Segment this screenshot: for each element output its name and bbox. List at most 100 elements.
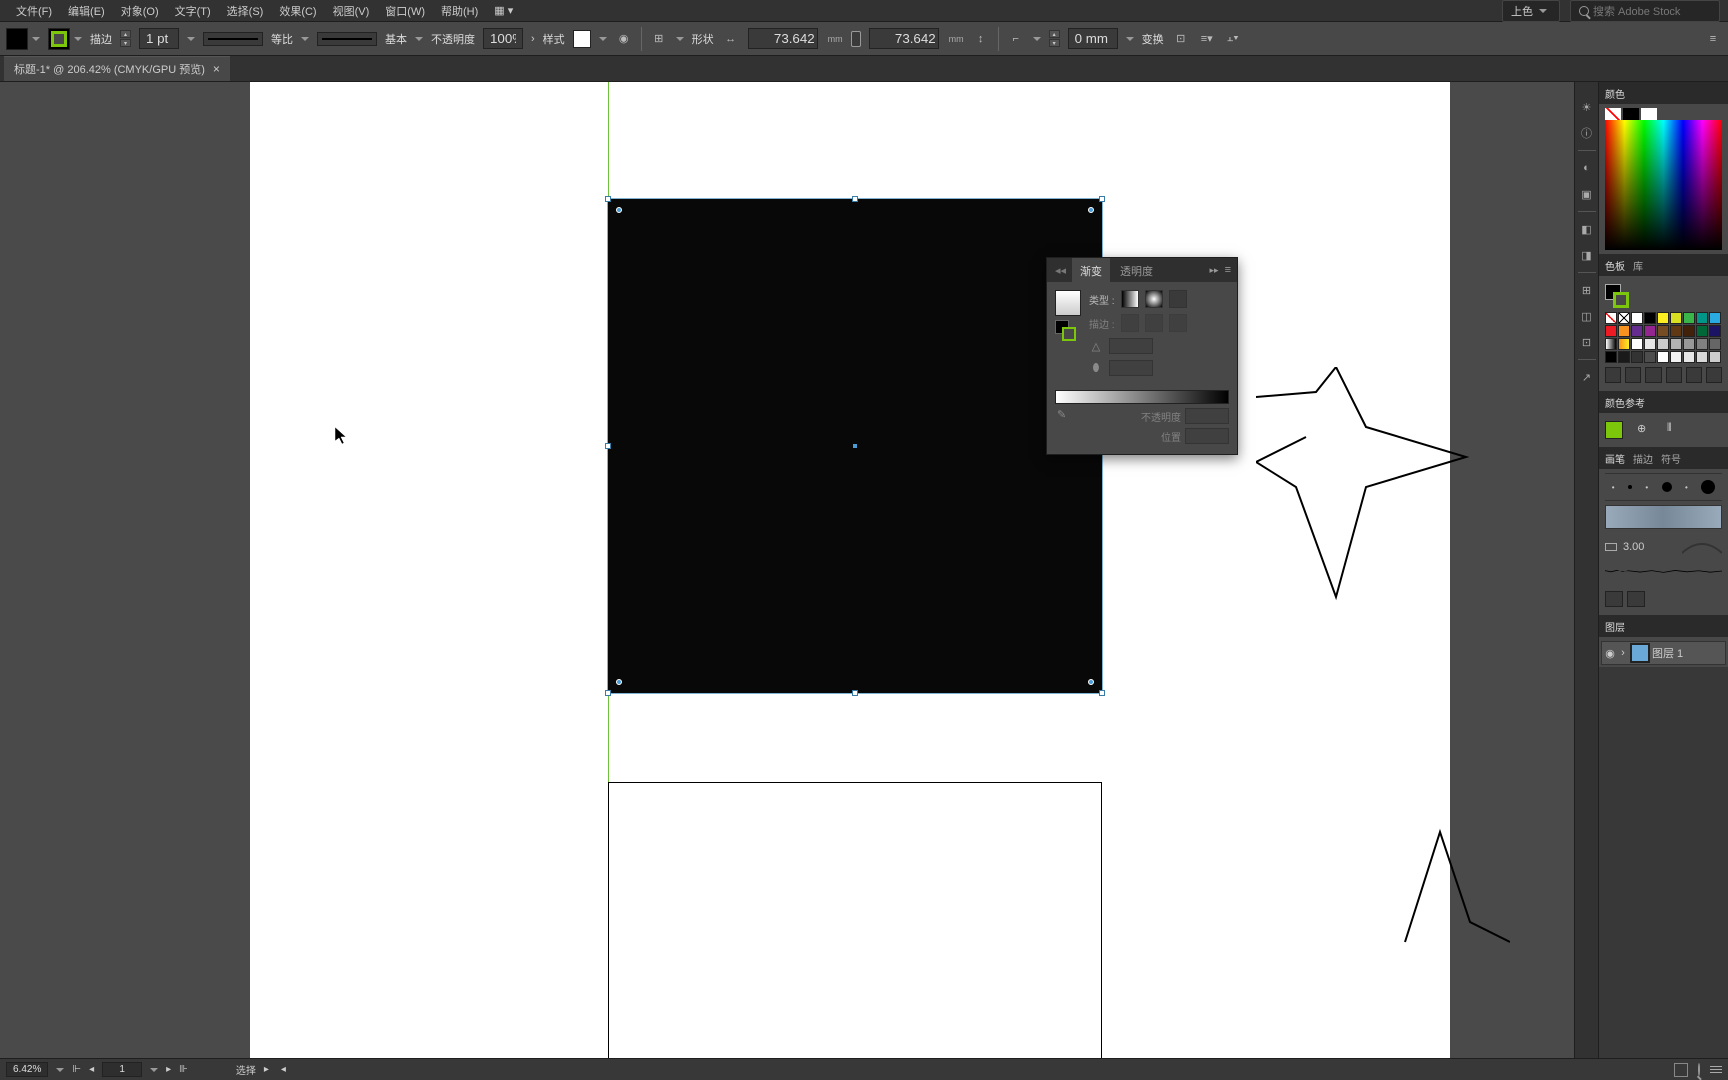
black-swatch[interactable] <box>1623 108 1639 120</box>
info-icon[interactable]: ⓘ <box>1578 124 1596 142</box>
swatch[interactable] <box>1644 351 1656 363</box>
visibility-icon[interactable]: ◉ <box>1602 647 1618 660</box>
menu-edit[interactable]: 编辑(E) <box>60 3 113 19</box>
fill-swatch[interactable] <box>6 28 28 50</box>
freeform-gradient-button[interactable] <box>1169 290 1187 308</box>
brush-sample[interactable] <box>1605 505 1722 529</box>
swatch[interactable] <box>1683 325 1695 337</box>
radial-gradient-button[interactable] <box>1145 290 1163 308</box>
gradient-slider[interactable] <box>1055 390 1229 404</box>
selection-handle[interactable] <box>852 196 858 202</box>
selection-handle[interactable] <box>1099 690 1105 696</box>
graphic-styles-icon[interactable]: ▣ <box>1578 185 1596 203</box>
artboard-nav-last[interactable]: ⊪ <box>179 1064 188 1075</box>
brush-list[interactable]: • • • <box>1605 473 1722 501</box>
transform-panel-icon[interactable]: ⊡ <box>1578 333 1596 351</box>
rectangle-shape[interactable] <box>608 782 1102 1058</box>
selection-handle[interactable] <box>1099 196 1105 202</box>
align-icon[interactable]: ⊞ <box>650 30 668 48</box>
corner-widget[interactable] <box>1088 207 1094 213</box>
appearance-icon[interactable]: ◐ <box>1578 159 1596 177</box>
swatch-gradient[interactable] <box>1618 338 1630 350</box>
swatch[interactable] <box>1631 338 1643 350</box>
white-swatch[interactable] <box>1641 108 1657 120</box>
corner-stepper[interactable]: ▴▾ <box>1049 30 1060 47</box>
export-icon[interactable] <box>1674 1063 1688 1077</box>
link-dimensions-icon[interactable] <box>851 31 861 47</box>
panel-symbols-tab[interactable]: 符号 <box>1661 451 1681 466</box>
chevron-down-icon[interactable] <box>301 37 309 41</box>
selected-rectangle[interactable] <box>608 199 1102 693</box>
star-shape[interactable] <box>1350 822 1510 962</box>
chevron-down-icon[interactable] <box>1126 37 1134 41</box>
swatch[interactable] <box>1644 325 1656 337</box>
swatch[interactable] <box>1631 325 1643 337</box>
chevron-down-icon[interactable] <box>415 37 423 41</box>
panel-colorguide-tab[interactable]: 颜色参考 <box>1605 395 1645 410</box>
none-swatch[interactable] <box>1605 108 1621 120</box>
artboard-number[interactable]: 1 <box>102 1062 142 1077</box>
selection-handle[interactable] <box>605 690 611 696</box>
swatch-registration[interactable] <box>1618 312 1630 324</box>
swatch-none[interactable] <box>1605 312 1617 324</box>
zoom-tool-icon[interactable] <box>1698 1064 1700 1075</box>
linear-gradient-button[interactable] <box>1121 290 1139 308</box>
shape-height-input[interactable] <box>869 28 939 49</box>
brush-rough-sample[interactable] <box>1605 567 1722 575</box>
edit-colors-icon[interactable]: ⫴ <box>1667 422 1683 438</box>
corner-widget[interactable] <box>1088 679 1094 685</box>
swatch[interactable] <box>1644 338 1656 350</box>
chevron-down-icon[interactable] <box>150 1068 158 1072</box>
panel-color-tab[interactable]: 颜色 <box>1605 86 1625 101</box>
panel-swatches-tab[interactable]: 色板 <box>1605 258 1625 273</box>
opacity-slider-icon[interactable]: › <box>531 33 535 45</box>
asset-export-icon[interactable]: ↗ <box>1578 368 1596 386</box>
swatch[interactable] <box>1696 338 1708 350</box>
panel-brushes-tab[interactable]: 画笔 <box>1605 451 1625 466</box>
corner-type-icon[interactable]: ⌐ <box>1007 30 1025 48</box>
swatch[interactable] <box>1709 338 1721 350</box>
zoom-level[interactable]: 6.42% <box>6 1062 48 1077</box>
stroke-width-stepper[interactable]: ▴▾ <box>120 30 131 47</box>
variable-width-profile[interactable] <box>203 32 263 46</box>
chevron-down-icon[interactable] <box>599 37 607 41</box>
chevron-down-icon[interactable] <box>32 37 40 41</box>
menu-help[interactable]: 帮助(H) <box>433 3 486 19</box>
transparency-icon[interactable]: ◧ <box>1578 220 1596 238</box>
arrange-icon[interactable]: ▦ ▾ <box>486 4 521 17</box>
harmony-icon[interactable]: ⊕ <box>1637 422 1653 438</box>
swatch[interactable] <box>1618 351 1630 363</box>
swatch-options-icon[interactable] <box>1645 367 1661 383</box>
panel-layers-tab[interactable]: 图层 <box>1605 619 1625 634</box>
swatch[interactable] <box>1631 312 1643 324</box>
corner-widget[interactable] <box>616 207 622 213</box>
panel-stroke-tab[interactable]: 描边 <box>1633 451 1653 466</box>
style-swatch[interactable] <box>573 30 591 48</box>
tab-gradient[interactable]: 渐变 <box>1072 258 1110 282</box>
align-panel-icon[interactable]: ⊞ <box>1578 281 1596 299</box>
pathfinder-icon[interactable]: ◫ <box>1578 307 1596 325</box>
trash-icon[interactable] <box>1706 367 1722 383</box>
menu-select[interactable]: 选择(S) <box>219 3 272 19</box>
chevron-down-icon[interactable] <box>74 37 82 41</box>
status-dropdown-icon[interactable]: ▸ <box>264 1064 269 1075</box>
swatch[interactable] <box>1670 325 1682 337</box>
panel-menu-icon[interactable] <box>1710 1066 1722 1073</box>
swatch[interactable] <box>1696 351 1708 363</box>
chevron-down-icon[interactable] <box>1033 37 1041 41</box>
swatch[interactable] <box>1657 325 1669 337</box>
menu-window[interactable]: 窗口(W) <box>377 3 433 19</box>
swatch[interactable] <box>1683 351 1695 363</box>
base-color-swatch[interactable] <box>1605 421 1623 439</box>
gradient-preview[interactable] <box>1055 290 1081 316</box>
canvas[interactable]: ◂◂ 渐变 透明度 ▸▸ ≡ 类型 : <box>0 82 1574 1058</box>
swatch[interactable] <box>1618 325 1630 337</box>
layer-row[interactable]: ◉ › 图层 1 <box>1601 641 1726 665</box>
star-shape[interactable] <box>1256 367 1486 617</box>
swatch[interactable] <box>1670 351 1682 363</box>
close-icon[interactable]: × <box>213 62 220 76</box>
artboard-nav-next[interactable]: ▸ <box>166 1064 171 1075</box>
brush-lib-icon[interactable] <box>1605 591 1623 607</box>
swatch[interactable] <box>1709 312 1721 324</box>
panel-menu-icon[interactable]: ≡ <box>1225 264 1231 276</box>
